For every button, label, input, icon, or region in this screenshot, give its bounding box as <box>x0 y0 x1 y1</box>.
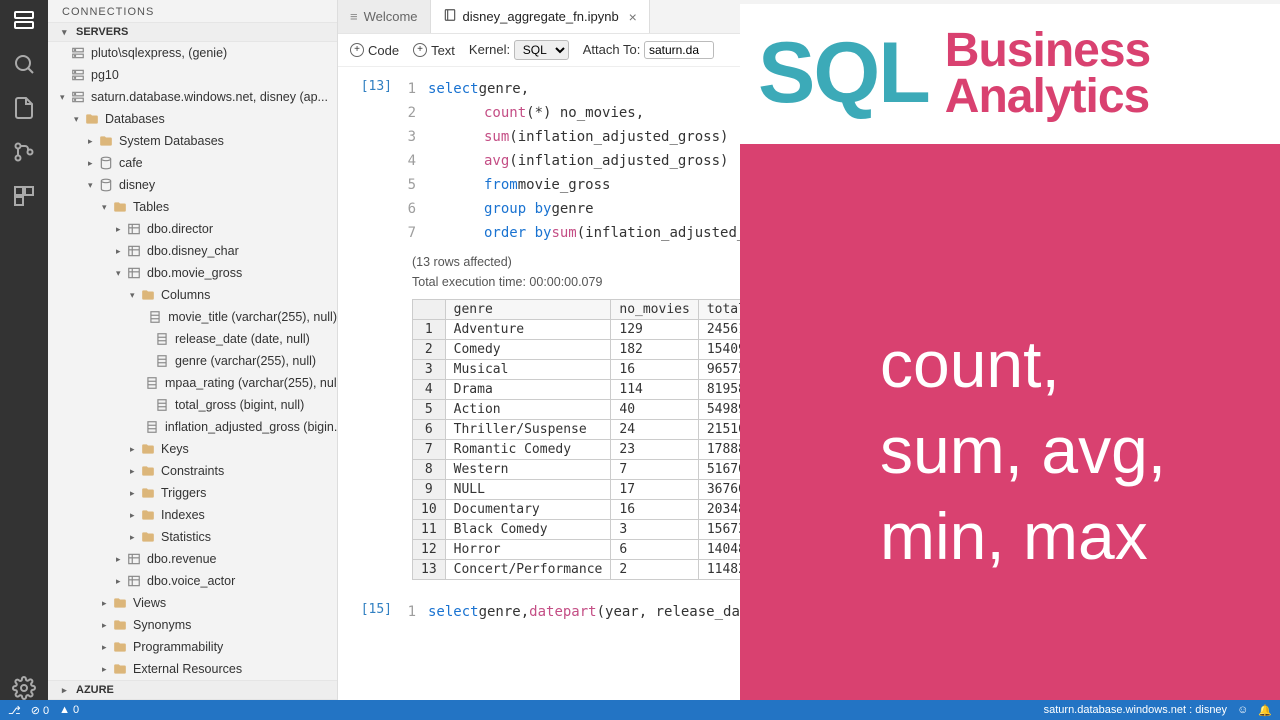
search-icon[interactable] <box>12 52 36 76</box>
azure-section[interactable]: ▸AZURE <box>48 680 337 700</box>
branch-indicator[interactable]: ⎇ <box>8 704 21 717</box>
tree-node[interactable]: mpaa_rating (varchar(255), null) <box>48 372 337 394</box>
bell-icon[interactable]: 🔔 <box>1258 704 1272 717</box>
tree-node[interactable]: ▸Constraints <box>48 460 337 482</box>
sidebar-title: CONNECTIONS <box>48 0 337 22</box>
close-icon[interactable]: × <box>629 9 637 25</box>
servers-icon[interactable] <box>12 8 36 32</box>
overlay-functions: count, sum, avg, min, max <box>880 322 1166 579</box>
activity-bar <box>0 0 48 700</box>
tree-node[interactable]: ▾saturn.database.windows.net, disney (ap… <box>48 86 337 108</box>
tree-node[interactable]: ▸Views <box>48 592 337 614</box>
tree-node[interactable]: ▸dbo.director <box>48 218 337 240</box>
cell-prompt: [15] <box>348 600 402 624</box>
attach-label: Attach To: <box>583 41 714 59</box>
tree-node[interactable]: ▸dbo.voice_actor <box>48 570 337 592</box>
warnings-indicator[interactable]: ▲ 0 <box>59 704 79 716</box>
tree-node[interactable]: ▸dbo.disney_char <box>48 240 337 262</box>
logo-banner: SQL Business Analytics <box>740 4 1280 144</box>
tree-node[interactable]: ▸Programmability <box>48 636 337 658</box>
logo-ba: Business Analytics <box>945 28 1150 119</box>
servers-section[interactable]: ▾SERVERS <box>48 22 337 42</box>
tree-node[interactable]: inflation_adjusted_gross (bigin... <box>48 416 337 438</box>
add-text-button[interactable]: +Text <box>413 43 455 58</box>
cell-prompt: [13] <box>348 77 402 245</box>
tree-node[interactable]: ▸Synonyms <box>48 614 337 636</box>
tree-node[interactable]: pg10 <box>48 64 337 86</box>
tab-welcome[interactable]: ≡Welcome <box>338 0 431 33</box>
tree-node[interactable]: ▾disney <box>48 174 337 196</box>
extensions-icon[interactable] <box>12 184 36 208</box>
tree-node[interactable]: total_gross (bigint, null) <box>48 394 337 416</box>
tree-node[interactable]: pluto\sqlexpress, (genie) <box>48 42 337 64</box>
connection-status[interactable]: saturn.database.windows.net : disney <box>1044 704 1227 716</box>
errors-indicator[interactable]: ⊘ 0 <box>31 704 49 717</box>
tree-node[interactable]: ▸External Resources <box>48 658 337 680</box>
attach-input[interactable] <box>644 41 714 59</box>
tree-node[interactable]: release_date (date, null) <box>48 328 337 350</box>
gear-icon[interactable] <box>12 676 36 700</box>
promo-overlay: SQL Business Analytics count, sum, avg, … <box>740 62 1280 700</box>
tree-node[interactable]: ▸Keys <box>48 438 337 460</box>
logo-sql: SQL <box>758 37 929 110</box>
feedback-icon[interactable]: ☺ <box>1237 704 1248 716</box>
tree-node[interactable]: ▸Indexes <box>48 504 337 526</box>
tree: pluto\sqlexpress, (genie)pg10▾saturn.dat… <box>48 42 337 680</box>
status-bar: ⎇ ⊘ 0 ▲ 0 saturn.database.windows.net : … <box>0 700 1280 720</box>
tab-notebook[interactable]: disney_aggregate_fn.ipynb× <box>431 0 650 33</box>
tree-node[interactable]: movie_title (varchar(255), null) <box>48 306 337 328</box>
files-icon[interactable] <box>12 96 36 120</box>
kernel-label: Kernel: SQL <box>469 40 569 60</box>
sidebar: CONNECTIONS ▾SERVERS pluto\sqlexpress, (… <box>48 0 338 700</box>
tree-node[interactable]: ▸cafe <box>48 152 337 174</box>
kernel-select[interactable]: SQL <box>514 40 569 60</box>
tree-node[interactable]: ▸dbo.revenue <box>48 548 337 570</box>
tree-node[interactable]: ▸Triggers <box>48 482 337 504</box>
notebook-icon <box>443 8 457 25</box>
tree-node[interactable]: ▾Tables <box>48 196 337 218</box>
tree-node[interactable]: ▾Columns <box>48 284 337 306</box>
tree-node[interactable]: ▾dbo.movie_gross <box>48 262 337 284</box>
tree-node[interactable]: genre (varchar(255), null) <box>48 350 337 372</box>
tree-node[interactable]: ▸System Databases <box>48 130 337 152</box>
source-control-icon[interactable] <box>12 140 36 164</box>
tree-node[interactable]: ▸Statistics <box>48 526 337 548</box>
add-code-button[interactable]: +Code <box>350 43 399 58</box>
tree-node[interactable]: ▾Databases <box>48 108 337 130</box>
